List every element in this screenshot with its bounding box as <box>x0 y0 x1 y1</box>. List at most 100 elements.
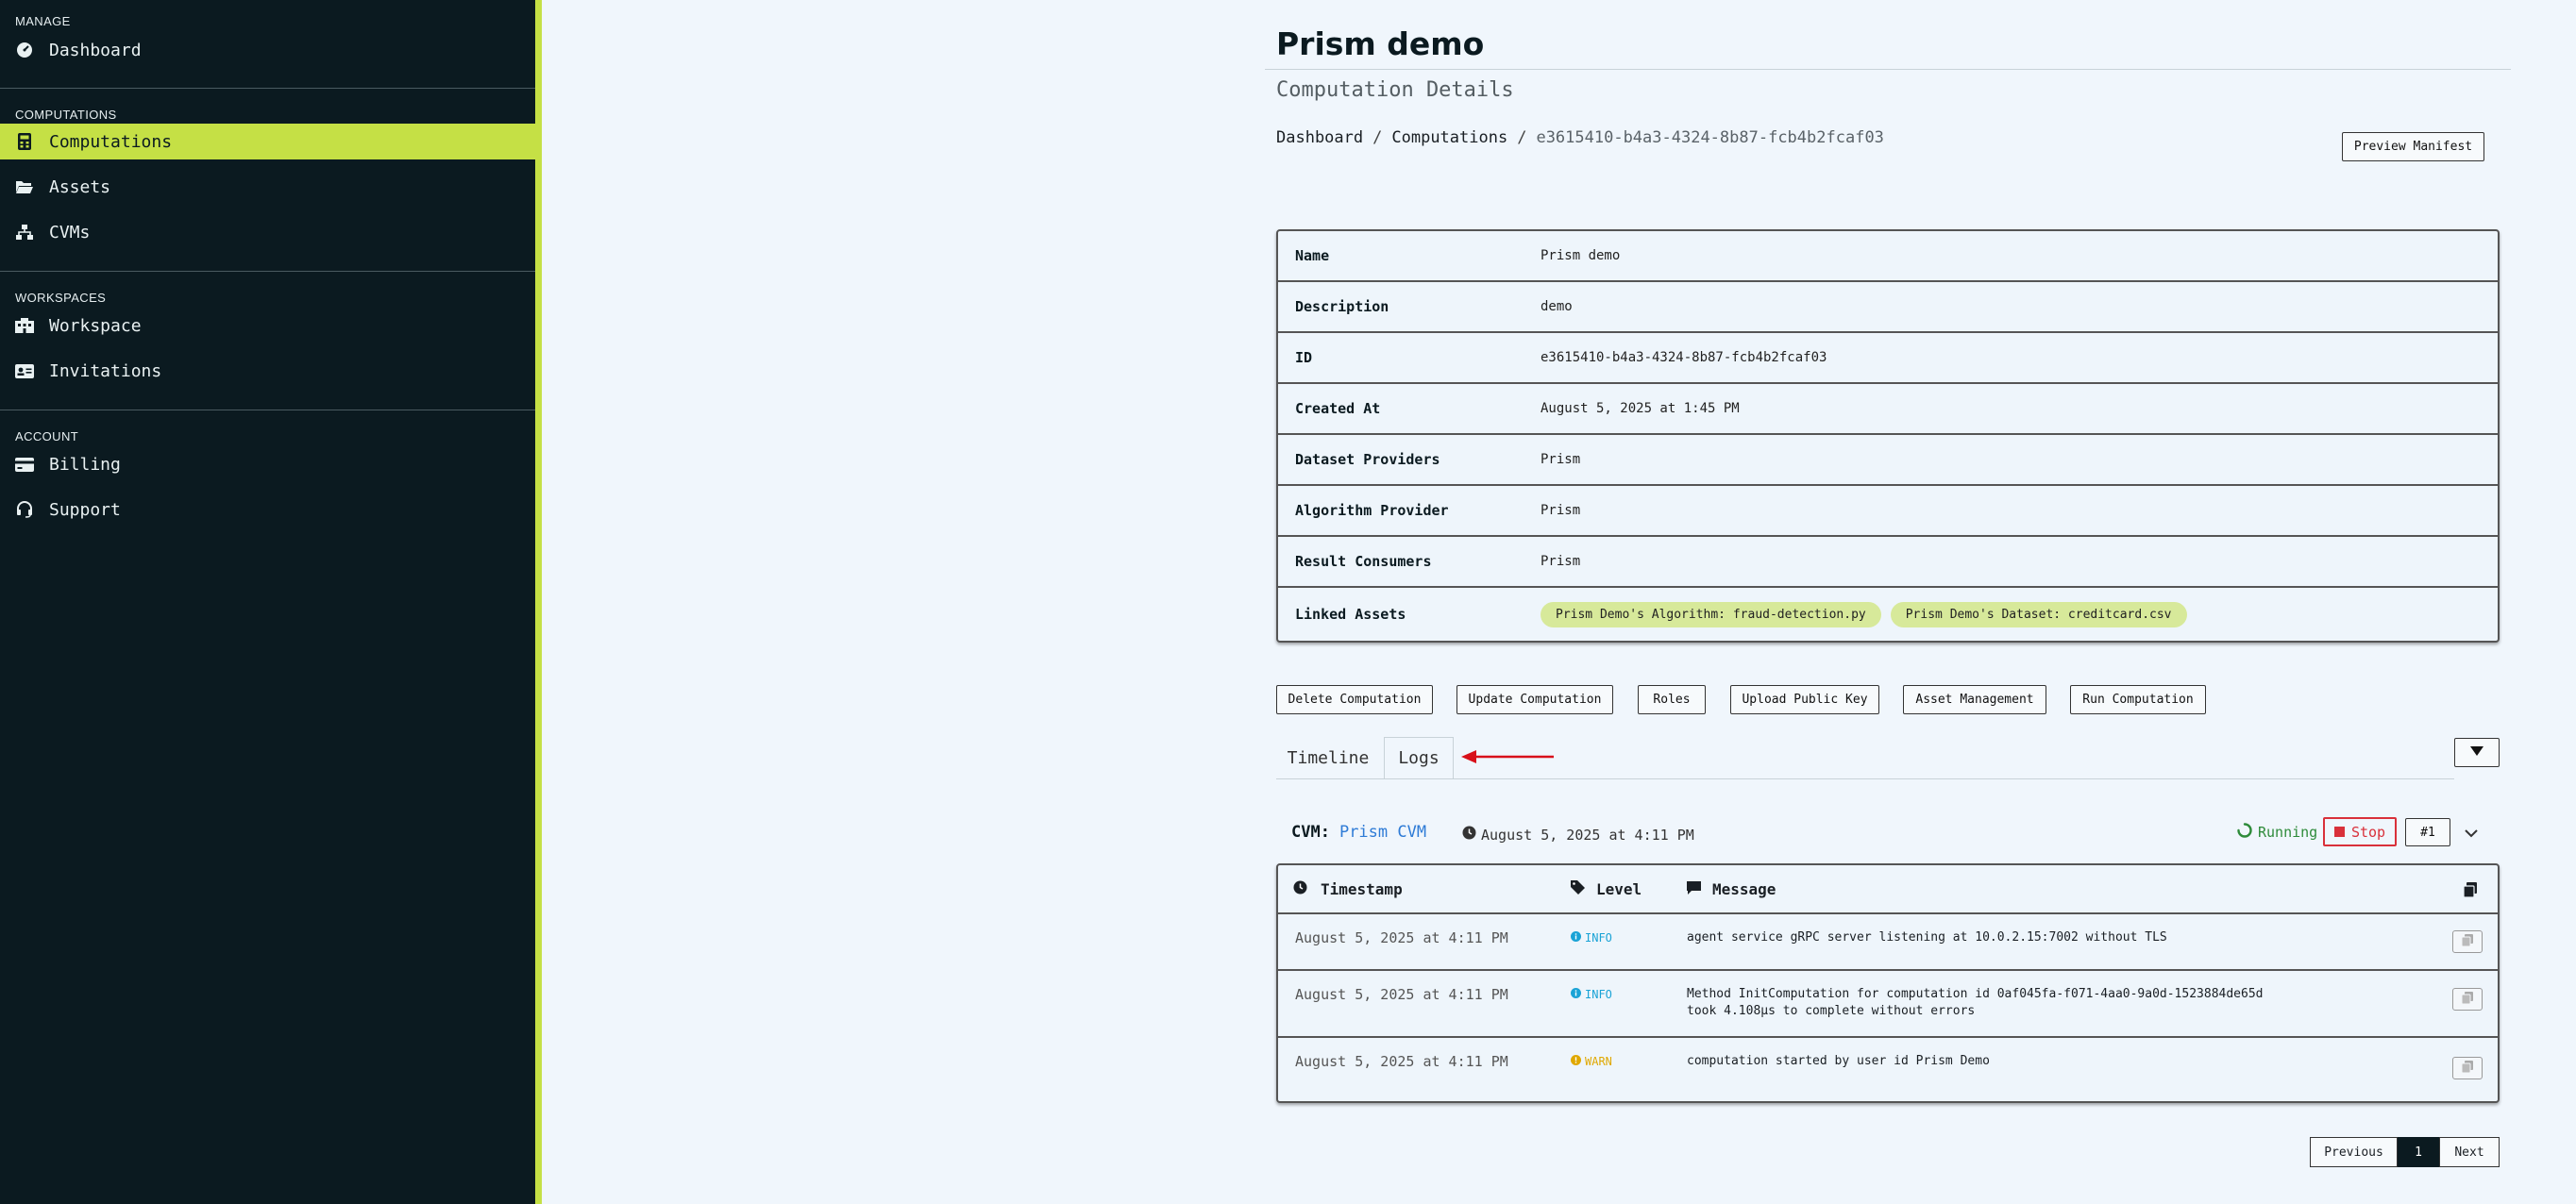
cvm-status: Running <box>2237 823 2317 842</box>
log-level: WARN <box>1571 1053 1687 1068</box>
sidebar-divider <box>0 271 535 272</box>
run-number-badge[interactable]: #1 <box>2405 818 2450 846</box>
log-message: agent service gRPC server listening at 1… <box>1687 929 2167 946</box>
sidebar-item-cvms[interactable]: CVMs <box>0 214 535 250</box>
spinner-icon <box>2237 823 2252 842</box>
breadcrumb-separator: / <box>1517 128 1527 147</box>
headset-icon <box>15 500 34 519</box>
breadcrumb-dashboard[interactable]: Dashboard <box>1276 128 1363 147</box>
logs-table-header: Timestamp Level Message <box>1278 865 2498 914</box>
tab-logs[interactable]: Logs <box>1384 737 1454 778</box>
column-header-label: Timestamp <box>1321 879 1403 898</box>
details-label: Linked Assets <box>1295 606 1406 623</box>
info-circle-icon <box>1571 988 1581 1001</box>
copy-icon <box>2463 882 2477 901</box>
copy-row-button[interactable] <box>2452 988 2483 1011</box>
details-value: Prism <box>1541 452 1581 467</box>
details-label: Created At <box>1295 400 1381 417</box>
delete-computation-button[interactable]: Delete Computation <box>1276 685 1433 714</box>
copy-row-button[interactable] <box>2452 1057 2483 1079</box>
log-level-text: INFO <box>1585 931 1612 945</box>
stop-button[interactable]: Stop <box>2323 817 2397 846</box>
sidebar-item-assets[interactable]: Assets <box>0 169 535 205</box>
roles-button[interactable]: Roles <box>1638 685 1706 714</box>
sidebar-section-account: ACCOUNT <box>15 429 79 443</box>
log-timestamp: August 5, 2025 at 4:11 PM <box>1295 986 1508 1003</box>
log-row: August 5, 2025 at 4:11 PM INFO Method In… <box>1278 971 2498 1038</box>
sidebar: MANAGE Dashboard COMPUTATIONS Computatio… <box>0 0 542 1204</box>
calculator-icon <box>15 132 34 151</box>
sidebar-item-label: Workspace <box>49 315 142 336</box>
column-header-label: Message <box>1712 879 1776 898</box>
breadcrumb-computations[interactable]: Computations <box>1391 128 1507 147</box>
sidebar-item-label: CVMs <box>49 222 91 242</box>
caret-down-icon <box>2470 745 2483 760</box>
run-computation-button[interactable]: Run Computation <box>2070 685 2206 714</box>
details-row-name: Name Prism demo <box>1278 231 2498 282</box>
logs-table: Timestamp Level Message August 5, 2025 a… <box>1276 863 2500 1103</box>
copy-icon <box>2461 1060 2473 1077</box>
clock-icon <box>1462 826 1476 844</box>
details-row-algorithm-provider: Algorithm Provider Prism <box>1278 486 2498 537</box>
sidebar-item-billing[interactable]: Billing <box>0 446 535 482</box>
details-row-id: ID e3615410-b4a3-4324-8b87-fcb4b2fcaf03 <box>1278 333 2498 384</box>
tag-icon <box>1571 879 1585 898</box>
details-label: ID <box>1295 349 1313 366</box>
chevron-down-icon <box>2465 824 2478 842</box>
sidebar-item-support[interactable]: Support <box>0 492 535 527</box>
info-circle-icon <box>1571 931 1581 945</box>
linked-asset-chip[interactable]: Prism Demo's Algorithm: fraud-detection.… <box>1541 601 1881 627</box>
sidebar-item-computations[interactable]: Computations <box>0 124 535 159</box>
copy-icon <box>2461 991 2473 1008</box>
sidebar-item-invitations[interactable]: Invitations <box>0 353 535 389</box>
pagination-page-1[interactable]: 1 <box>2398 1137 2439 1167</box>
sidebar-divider <box>0 88 535 89</box>
filter-dropdown-button[interactable] <box>2454 738 2500 767</box>
id-card-icon <box>15 361 34 380</box>
details-value: demo <box>1541 299 1573 314</box>
title-divider <box>1265 69 2511 70</box>
breadcrumb: Dashboard / Computations / e3615410-b4a3… <box>1276 128 1884 147</box>
sidebar-section-computations: COMPUTATIONS <box>15 108 117 122</box>
sidebar-section-workspaces: WORKSPACES <box>15 291 107 305</box>
comment-icon <box>1687 880 1701 898</box>
log-message-line: Method InitComputation for computation i… <box>1687 987 2264 1001</box>
column-header-timestamp: Timestamp <box>1278 880 1571 898</box>
copy-row-button[interactable] <box>2452 930 2483 953</box>
red-arrow-annotation <box>1461 750 1554 763</box>
column-header-level: Level <box>1571 879 1687 898</box>
column-header-message: Message <box>1687 880 1776 898</box>
pagination-next-button[interactable]: Next <box>2439 1137 2500 1167</box>
pagination-previous-button[interactable]: Previous <box>2310 1137 2398 1167</box>
clock-icon <box>1293 880 1307 898</box>
sidebar-item-dashboard[interactable]: Dashboard <box>0 32 535 68</box>
details-row-result-consumers: Result Consumers Prism <box>1278 537 2498 588</box>
cvm-status-text: Running <box>2258 824 2318 841</box>
log-timestamp: August 5, 2025 at 4:11 PM <box>1295 1053 1508 1070</box>
log-row: August 5, 2025 at 4:11 PM INFO agent ser… <box>1278 914 2498 971</box>
linked-asset-chip[interactable]: Prism Demo's Dataset: creditcard.csv <box>1890 601 2187 627</box>
breadcrumb-separator: / <box>1372 128 1383 147</box>
tab-timeline[interactable]: Timeline <box>1276 737 1380 778</box>
collapse-chevron-button[interactable] <box>2462 823 2481 842</box>
sidebar-item-workspace[interactable]: Workspace <box>0 308 535 343</box>
copy-all-button[interactable] <box>2463 882 2477 901</box>
cvm-name-link[interactable]: Prism CVM <box>1339 823 1426 842</box>
details-label: Dataset Providers <box>1295 451 1440 468</box>
log-level-text: WARN <box>1585 1055 1612 1068</box>
log-timestamp: August 5, 2025 at 4:11 PM <box>1295 929 1508 946</box>
cvm-date-text: August 5, 2025 at 4:11 PM <box>1481 826 1694 844</box>
preview-manifest-button[interactable]: Preview Manifest <box>2342 132 2484 161</box>
tabs-divider <box>1276 778 2454 779</box>
details-value: Prism <box>1541 554 1581 569</box>
sidebar-item-label: Invitations <box>49 360 162 381</box>
details-label: Name <box>1295 247 1330 264</box>
log-message-line: computation started by user id Prism Dem… <box>1687 1054 1990 1068</box>
folder-open-icon <box>15 177 34 196</box>
sidebar-item-label: Billing <box>49 454 121 475</box>
details-value: August 5, 2025 at 1:45 PM <box>1541 401 1740 416</box>
upload-public-key-button[interactable]: Upload Public Key <box>1730 685 1879 714</box>
asset-management-button[interactable]: Asset Management <box>1903 685 2046 714</box>
update-computation-button[interactable]: Update Computation <box>1456 685 1613 714</box>
sidebar-item-label: Assets <box>49 176 111 197</box>
